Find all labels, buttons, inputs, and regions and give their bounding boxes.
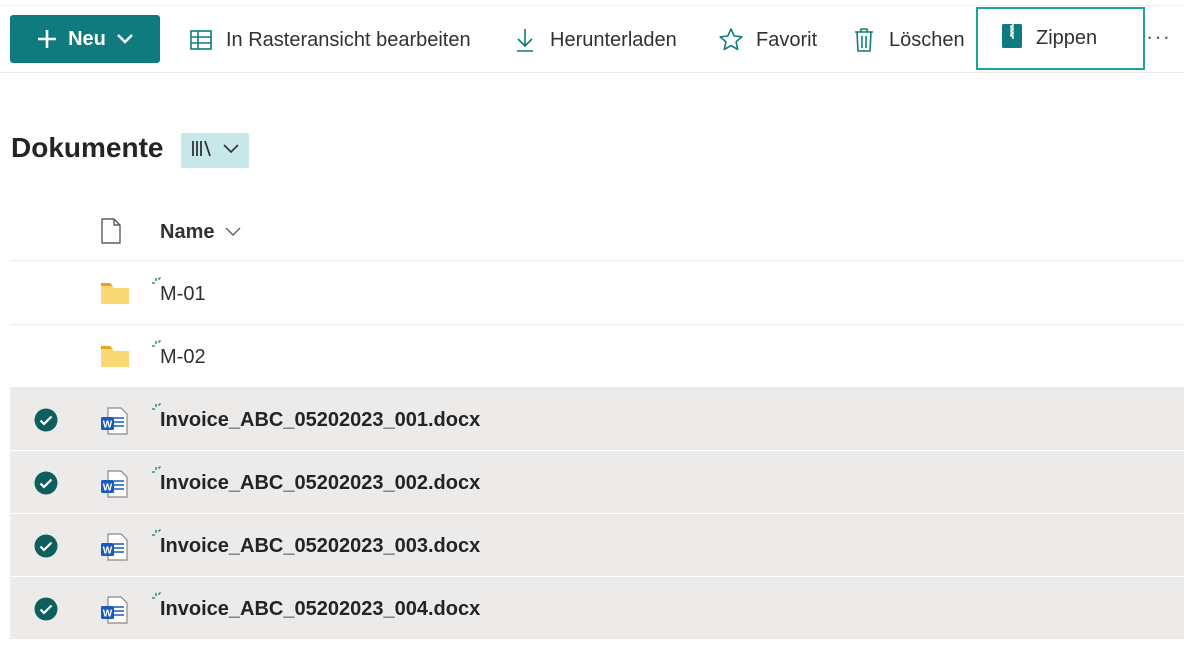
word-icon: W xyxy=(100,470,130,498)
svg-text:W: W xyxy=(103,546,113,557)
svg-text:W: W xyxy=(103,483,113,494)
word-icon: W xyxy=(100,533,130,561)
download-button[interactable]: Herunterladen xyxy=(512,18,677,62)
grid-view-button[interactable]: In Rasteransicht bearbeiten xyxy=(188,18,471,62)
check-circle-icon[interactable] xyxy=(34,471,58,495)
view-switcher-button[interactable] xyxy=(181,133,249,168)
check-circle-icon[interactable] xyxy=(34,408,58,432)
new-button-label: Neu xyxy=(68,27,106,50)
list-item-document[interactable]: W Invoice_ABC_05202023_004.docx xyxy=(10,577,1184,640)
check-circle-icon[interactable] xyxy=(34,534,58,558)
grid-icon xyxy=(188,27,214,53)
chevron-down-icon xyxy=(224,221,242,244)
download-icon xyxy=(512,27,538,53)
list-header: Name xyxy=(10,199,1184,261)
list-item-folder[interactable]: M-01 xyxy=(10,262,1184,325)
chevron-down-icon xyxy=(222,142,240,160)
file-name[interactable]: M-02 xyxy=(160,346,206,369)
library-view-icon xyxy=(190,138,214,163)
file-name[interactable]: Invoice_ABC_05202023_001.docx xyxy=(160,409,480,432)
more-options-button[interactable]: ··· xyxy=(1146,24,1171,50)
favorite-label: Favorit xyxy=(756,28,818,51)
plus-icon xyxy=(36,28,58,50)
file-name[interactable]: Invoice_ABC_05202023_004.docx xyxy=(160,598,480,621)
file-icon[interactable] xyxy=(100,218,122,249)
svg-text:W: W xyxy=(103,609,113,620)
file-name[interactable]: Invoice_ABC_05202023_003.docx xyxy=(160,535,480,558)
command-bar: Neu In Rasteransicht bearbeiten Herunter… xyxy=(0,0,1184,73)
chevron-down-icon xyxy=(116,33,134,45)
word-icon: W xyxy=(100,407,130,435)
zip-label: Zippen xyxy=(1036,27,1098,49)
list-item-document[interactable]: W Invoice_ABC_05202023_003.docx xyxy=(10,514,1184,577)
grid-view-label: In Rasteransicht bearbeiten xyxy=(226,28,471,51)
file-name[interactable]: Invoice_ABC_05202023_002.docx xyxy=(160,472,480,495)
file-list: M-01 M-02 W Invoice_ABC_05202023_001.doc… xyxy=(10,262,1184,640)
top-divider xyxy=(0,5,1184,6)
list-item-document[interactable]: W Invoice_ABC_05202023_002.docx xyxy=(10,451,1184,514)
new-button[interactable]: Neu xyxy=(10,15,160,63)
delete-label: Löschen xyxy=(889,28,965,51)
folder-icon xyxy=(100,344,130,372)
word-icon: W xyxy=(100,596,130,624)
name-column-label: Name xyxy=(160,221,215,243)
name-column-header[interactable]: Name xyxy=(160,221,242,244)
folder-icon xyxy=(100,281,130,309)
svg-text:W: W xyxy=(103,420,113,431)
delete-button[interactable]: Löschen xyxy=(851,18,965,62)
zip-icon xyxy=(1000,23,1024,55)
list-item-document[interactable]: W Invoice_ABC_05202023_001.docx xyxy=(10,388,1184,451)
favorite-button[interactable]: Favorit xyxy=(718,18,817,62)
file-name[interactable]: M-01 xyxy=(160,283,206,306)
page-title: Dokumente xyxy=(11,132,164,163)
download-label: Herunterladen xyxy=(550,28,677,51)
zip-button[interactable]: Zippen xyxy=(976,7,1145,70)
star-icon xyxy=(718,27,744,53)
trash-icon xyxy=(851,27,877,53)
check-circle-icon[interactable] xyxy=(34,597,58,621)
list-item-folder[interactable]: M-02 xyxy=(10,325,1184,388)
